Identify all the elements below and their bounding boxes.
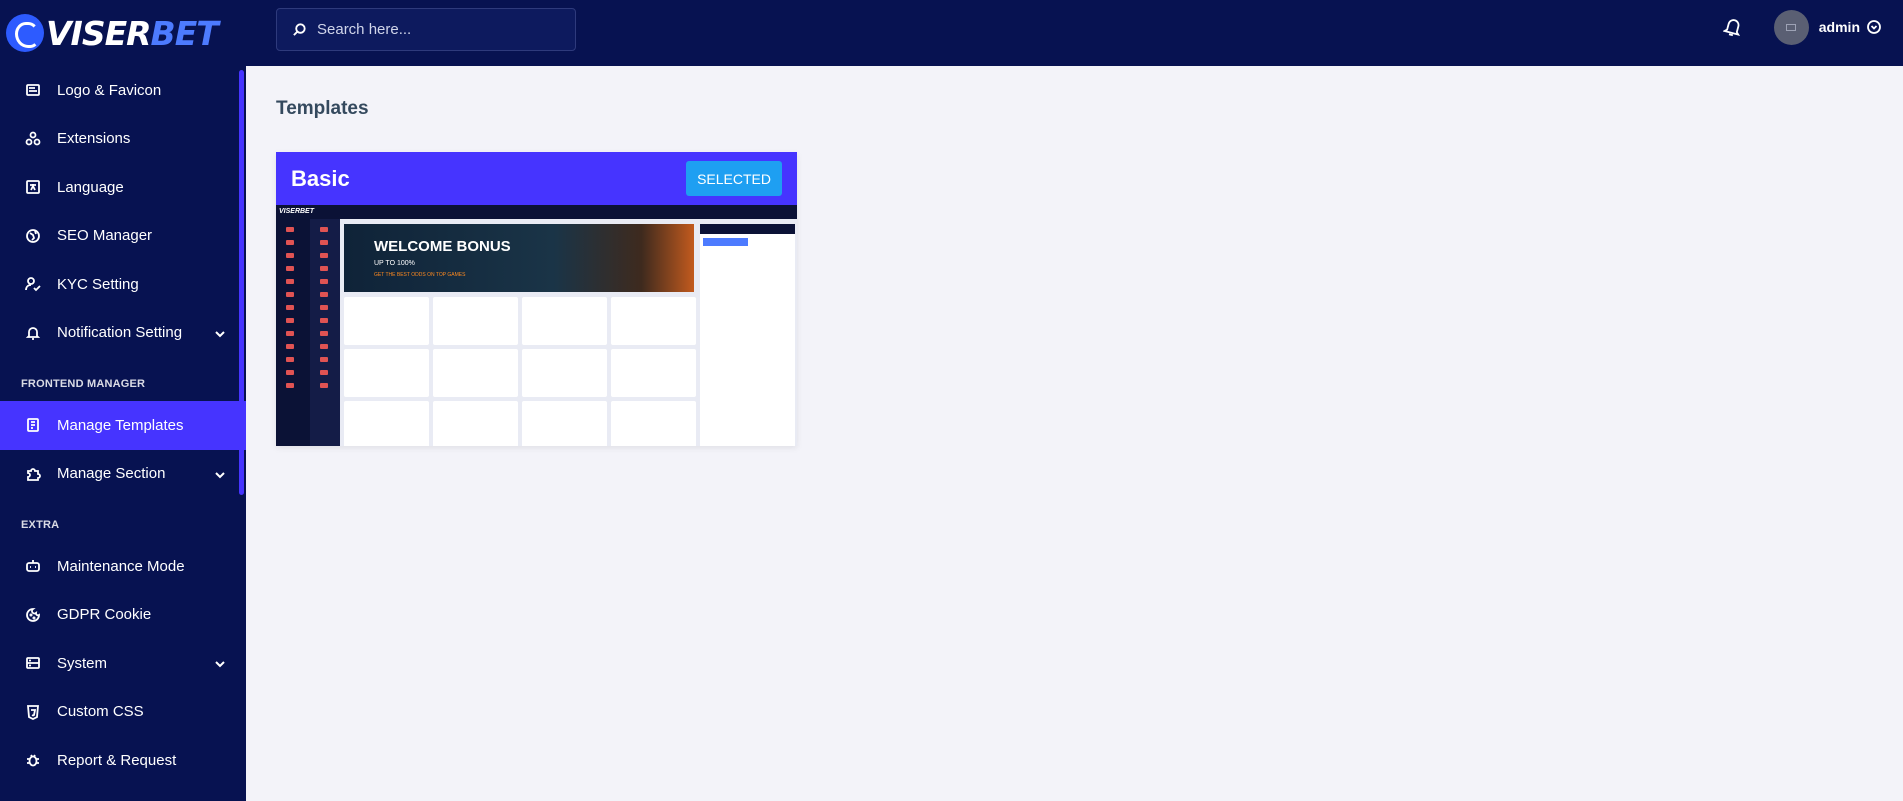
css-icon [25,704,41,720]
preview-banner-tagline: GET THE BEST ODDS ON TOP GAMES [374,272,466,278]
preview-match-grid [344,297,696,446]
chevron-down-icon [214,468,226,480]
puzzle-icon [25,131,41,147]
template-selected-button[interactable]: SELECTED [686,161,782,196]
preview-match-card [433,297,518,345]
chevron-circle-down-icon [1867,20,1881,34]
sidebar-nav: Logo & Favicon Extensions Language SEO M… [0,66,246,357]
sidebar-item-label: GDPR Cookie [57,606,152,624]
sidebar-item-label: Custom CSS [57,703,144,721]
robot-icon [25,558,41,574]
preview-match-card [522,349,607,397]
sidebar-item-kyc-setting[interactable]: KYC Setting [0,260,246,309]
template-card-basic: Basic SELECTED VISERBET WELCOME BONUS UP… [276,152,797,446]
template-card-header: Basic SELECTED [276,152,797,205]
preview-banner-title: WELCOME BONUS [374,238,511,255]
sidebar-item-label: Extensions [57,130,131,148]
sidebar-item-label: System [57,654,108,672]
language-icon [25,179,41,195]
server-icon [25,655,41,671]
sidebar-section-title-frontend: FRONTEND MANAGER [21,378,146,390]
logo-icon [6,14,44,52]
sidebar-section-title-extra: EXTRA [21,519,60,531]
sidebar-item-gdpr-cookie[interactable]: GDPR Cookie [0,591,246,640]
preview-match-card [522,401,607,446]
sidebar-item-label: Manage Templates [57,416,184,434]
sidebar-item-custom-css[interactable]: Custom CSS [0,688,246,737]
brand-logo[interactable]: VISERBET [0,0,246,66]
preview-topbar: VISERBET [276,205,797,219]
user-menu[interactable]: admin [1773,9,1881,45]
username: admin [1818,19,1860,35]
preview-banner-subtitle: UP TO 100% [374,260,415,267]
preview-sidebar [276,219,310,446]
sidebar-item-label: KYC Setting [57,275,139,293]
topbar: admin [246,0,1903,66]
search-box[interactable] [276,8,576,51]
search-input[interactable] [317,21,547,38]
preview-match-card [433,401,518,446]
sidebar-item-label: Report & Request [57,751,177,769]
sidebar-item-label: Manage Section [57,465,166,483]
preview-match-card [611,297,696,345]
sidebar-item-label: Maintenance Mode [57,557,185,575]
notification-bell-icon[interactable] [1722,16,1743,38]
sidebar-item-label: Language [57,178,124,196]
logo-text: VISERBET [46,13,219,53]
sidebar-item-label: Notification Setting [57,324,183,342]
page-title: Templates [276,98,369,119]
main-content: Templates Basic SELECTED VISERBET WELCOM… [246,66,1903,801]
search-icon [293,23,306,36]
sidebar-item-seo-manager[interactable]: SEO Manager [0,212,246,261]
chevron-down-icon [214,657,226,669]
preview-sidebar-secondary [310,219,340,446]
sidebar-item-logo-favicon[interactable]: Logo & Favicon [0,66,246,115]
sidebar-item-report-request[interactable]: Report & Request [0,736,246,785]
sidebar-item-extensions[interactable]: Extensions [0,115,246,164]
sidebar: VISERBET Logo & Favicon Extensions Langu… [0,0,246,801]
sidebar-item-system[interactable]: System [0,639,246,688]
preview-match-card [344,349,429,397]
preview-match-card [344,401,429,446]
sidebar-nav-frontend: Manage Templates Manage Section [0,401,246,498]
preview-logo: VISERBET [279,208,315,215]
sidebar-item-maintenance-mode[interactable]: Maintenance Mode [0,542,246,591]
puzzle-piece-icon [25,466,41,482]
template-name: Basic [291,165,350,191]
avatar [1773,9,1809,45]
preview-match-card [433,349,518,397]
sidebar-item-manage-templates[interactable]: Manage Templates [0,401,246,450]
globe-icon [25,228,41,244]
preview-match-card [522,297,607,345]
image-icon [25,82,41,98]
user-check-icon [25,276,41,292]
preview-match-card [344,297,429,345]
sidebar-item-manage-section[interactable]: Manage Section [0,450,246,499]
sidebar-item-language[interactable]: Language [0,163,246,212]
sidebar-item-notification-setting[interactable]: Notification Setting [0,309,246,358]
cookie-icon [25,607,41,623]
template-preview-image: VISERBET WELCOME BONUS UP TO 100% GET TH… [276,205,797,446]
preview-banner: WELCOME BONUS UP TO 100% GET THE BEST OD… [344,224,694,292]
preview-match-card [611,349,696,397]
sidebar-item-label: Logo & Favicon [57,81,162,99]
preview-betslip [700,224,795,446]
chevron-down-icon [214,327,226,339]
sidebar-item-label: SEO Manager [57,227,153,245]
bug-icon [25,752,41,768]
bell-icon [25,325,41,341]
sidebar-nav-extra: Maintenance Mode GDPR Cookie System Cust… [0,542,246,785]
preview-match-card [611,401,696,446]
template-icon [25,417,41,433]
